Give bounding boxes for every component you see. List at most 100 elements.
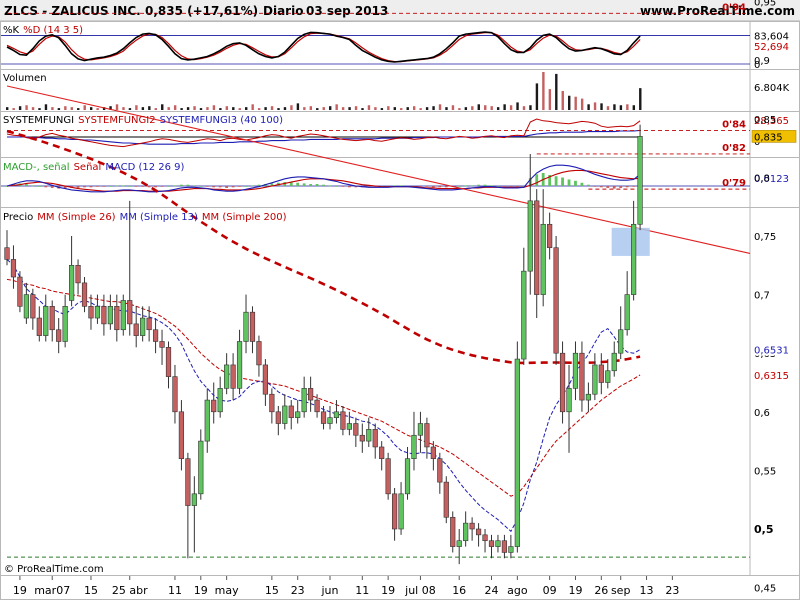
volume-bar [316,108,319,110]
macd-hist-bar [225,186,229,188]
candle-body [411,434,417,459]
macd-hist-bar [238,186,241,187]
candle-body [152,329,159,342]
macd-hist-bar [296,182,300,186]
macd-hist-bar [205,186,209,187]
volume-bar [238,108,241,110]
volume-bar [387,106,390,110]
volume-bar [367,105,371,110]
volume-bar [296,103,300,110]
volume-bar [626,104,629,110]
volume-bar [412,106,416,110]
price-level-label: 0'84 [722,120,746,131]
volume-bar [593,102,597,110]
candle-body [81,282,88,307]
price-tick-label: 0,7 [754,291,770,302]
macd-hist-bar [31,185,35,187]
candle-body [443,481,449,518]
macd-hist-bar [503,186,506,187]
macd-hist-bar [24,184,28,186]
candle-body [508,546,514,553]
macd-hist-bar [76,186,80,188]
candle-body [88,306,94,319]
date-tick-label: 26 [594,584,608,597]
macd-hist-bar [574,180,577,186]
volume-bar [154,108,157,110]
candle-body [314,399,320,413]
volume-bar [613,104,616,110]
volume-bar [270,106,274,110]
candle-body [178,411,185,459]
price-tick-label: 0,75 [754,232,776,243]
candle-body [101,306,107,325]
volume-bar [128,108,132,110]
candle-body [592,364,598,395]
macd-hist-bar [160,186,164,187]
candle-body [159,341,165,348]
volume-bar [451,105,455,110]
macd-hist-bar [483,184,487,186]
macd-hist-bar [580,182,584,186]
volume-bar [438,104,442,110]
candle-body [527,200,533,272]
macd-hist-bar [457,186,461,187]
candle-body [282,405,288,424]
candle-body [534,200,540,295]
macd-hist-bar [477,184,480,186]
macd-hist-bar [147,186,151,188]
macd-hist-bar [393,185,396,187]
date-tick-label: 15 [84,584,98,597]
volume-bar [529,105,532,110]
candle-body [94,306,101,319]
candle-body [372,429,378,448]
candle-body [133,323,139,336]
macd-hist-bar [606,186,610,188]
candle-body [463,522,469,542]
macd-hist-bar [425,186,429,187]
volume-bar [432,106,435,110]
volume-axis-label: 6.804K [754,83,790,94]
candle-body [62,306,68,342]
volume-bar [212,105,216,110]
candle-body [69,264,75,301]
price-level-label: 0'82 [722,143,746,154]
candle-body [217,388,223,413]
volume-bar [57,108,61,110]
candle-body [631,223,637,295]
volume-bar [180,108,183,110]
candle-body [36,317,42,336]
date-tick-label: 19 [568,584,582,597]
macd-hist-bar [431,186,435,188]
date-tick-label: 09 [543,584,557,597]
candle-body [598,364,604,383]
period-label: Diario [263,4,303,18]
legend-item: SYSTEMFUNGI2 [78,115,155,126]
price-tick-label: 0,6 [754,408,770,419]
volume-bar [89,107,93,110]
volume-bar [31,107,35,110]
volume-bar [516,102,519,110]
candle-body [288,405,294,418]
volume-bar [341,107,345,110]
date-tick-label: may [215,584,239,597]
macd-hist-bar [244,186,248,187]
copyright-text: © ProRealTime.com [4,564,104,575]
macd-hist-bar [108,186,112,187]
volume-bar [484,105,487,110]
date-tick-label: jul 08 [404,584,436,597]
volume-bar [503,104,506,110]
macd-hist-bar [335,186,338,187]
volume-bar [329,106,332,110]
volume-bar [561,91,564,110]
volume-bar [548,89,552,110]
candle-body [204,399,210,442]
date-tick-label: 16 [452,584,466,597]
volume-bar [64,106,67,110]
candle-body [301,388,307,413]
macd-hist-bar [251,185,254,187]
volume-bar [445,107,448,110]
date-label: 03 sep 2013 [306,4,388,18]
candle-body [359,434,365,442]
volume-bar [148,106,151,110]
volume-bar [193,106,196,110]
